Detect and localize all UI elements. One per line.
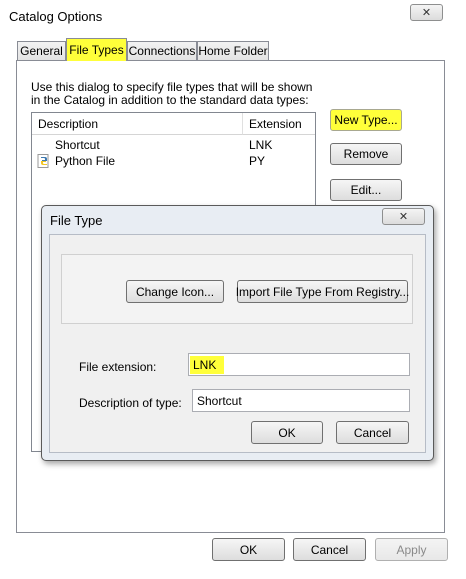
close-icon: ✕: [398, 211, 409, 223]
python-file-icon: [37, 154, 51, 168]
apply-button: Apply: [375, 538, 448, 561]
window-close-button[interactable]: ✕: [410, 4, 443, 21]
dialog-close-button[interactable]: ✕: [382, 208, 425, 225]
import-from-registry-button[interactable]: Import File Type From Registry...: [236, 280, 409, 303]
description-of-type-field[interactable]: Shortcut: [192, 389, 410, 412]
tab-file-types[interactable]: File Types: [66, 38, 127, 61]
cancel-button[interactable]: Cancel: [293, 538, 366, 561]
change-icon-button[interactable]: Change Icon...: [126, 280, 224, 303]
dialog-body: Change Icon... Import File Type From Reg…: [49, 234, 426, 453]
ok-button[interactable]: OK: [212, 538, 285, 561]
file-extension-field[interactable]: LNK: [188, 353, 410, 376]
dialog-title: File Type: [50, 213, 103, 228]
tab-connections[interactable]: Connections: [127, 41, 197, 60]
file-type-dialog: File Type ✕ Change Icon... Import File T…: [41, 205, 434, 461]
list-item[interactable]: Python File PY: [32, 153, 315, 169]
remove-button[interactable]: Remove: [330, 143, 402, 165]
instructions-text: Use this dialog to specify file types th…: [31, 80, 313, 107]
column-header-extension[interactable]: Extension: [243, 113, 315, 135]
column-header-description[interactable]: Description: [32, 113, 243, 135]
tab-general[interactable]: General: [17, 41, 66, 60]
description-of-type-label: Description of type:: [79, 396, 182, 410]
tab-home-folder[interactable]: Home Folder: [197, 41, 269, 60]
dialog-cancel-button[interactable]: Cancel: [336, 421, 409, 444]
window-title: Catalog Options: [9, 9, 103, 24]
close-icon: ✕: [421, 7, 432, 19]
new-type-button[interactable]: New Type...: [330, 109, 402, 131]
dialog-ok-button[interactable]: OK: [251, 421, 323, 444]
edit-button[interactable]: Edit...: [330, 179, 402, 201]
file-extension-label: File extension:: [79, 360, 157, 374]
list-item[interactable]: Shortcut LNK: [32, 137, 315, 153]
